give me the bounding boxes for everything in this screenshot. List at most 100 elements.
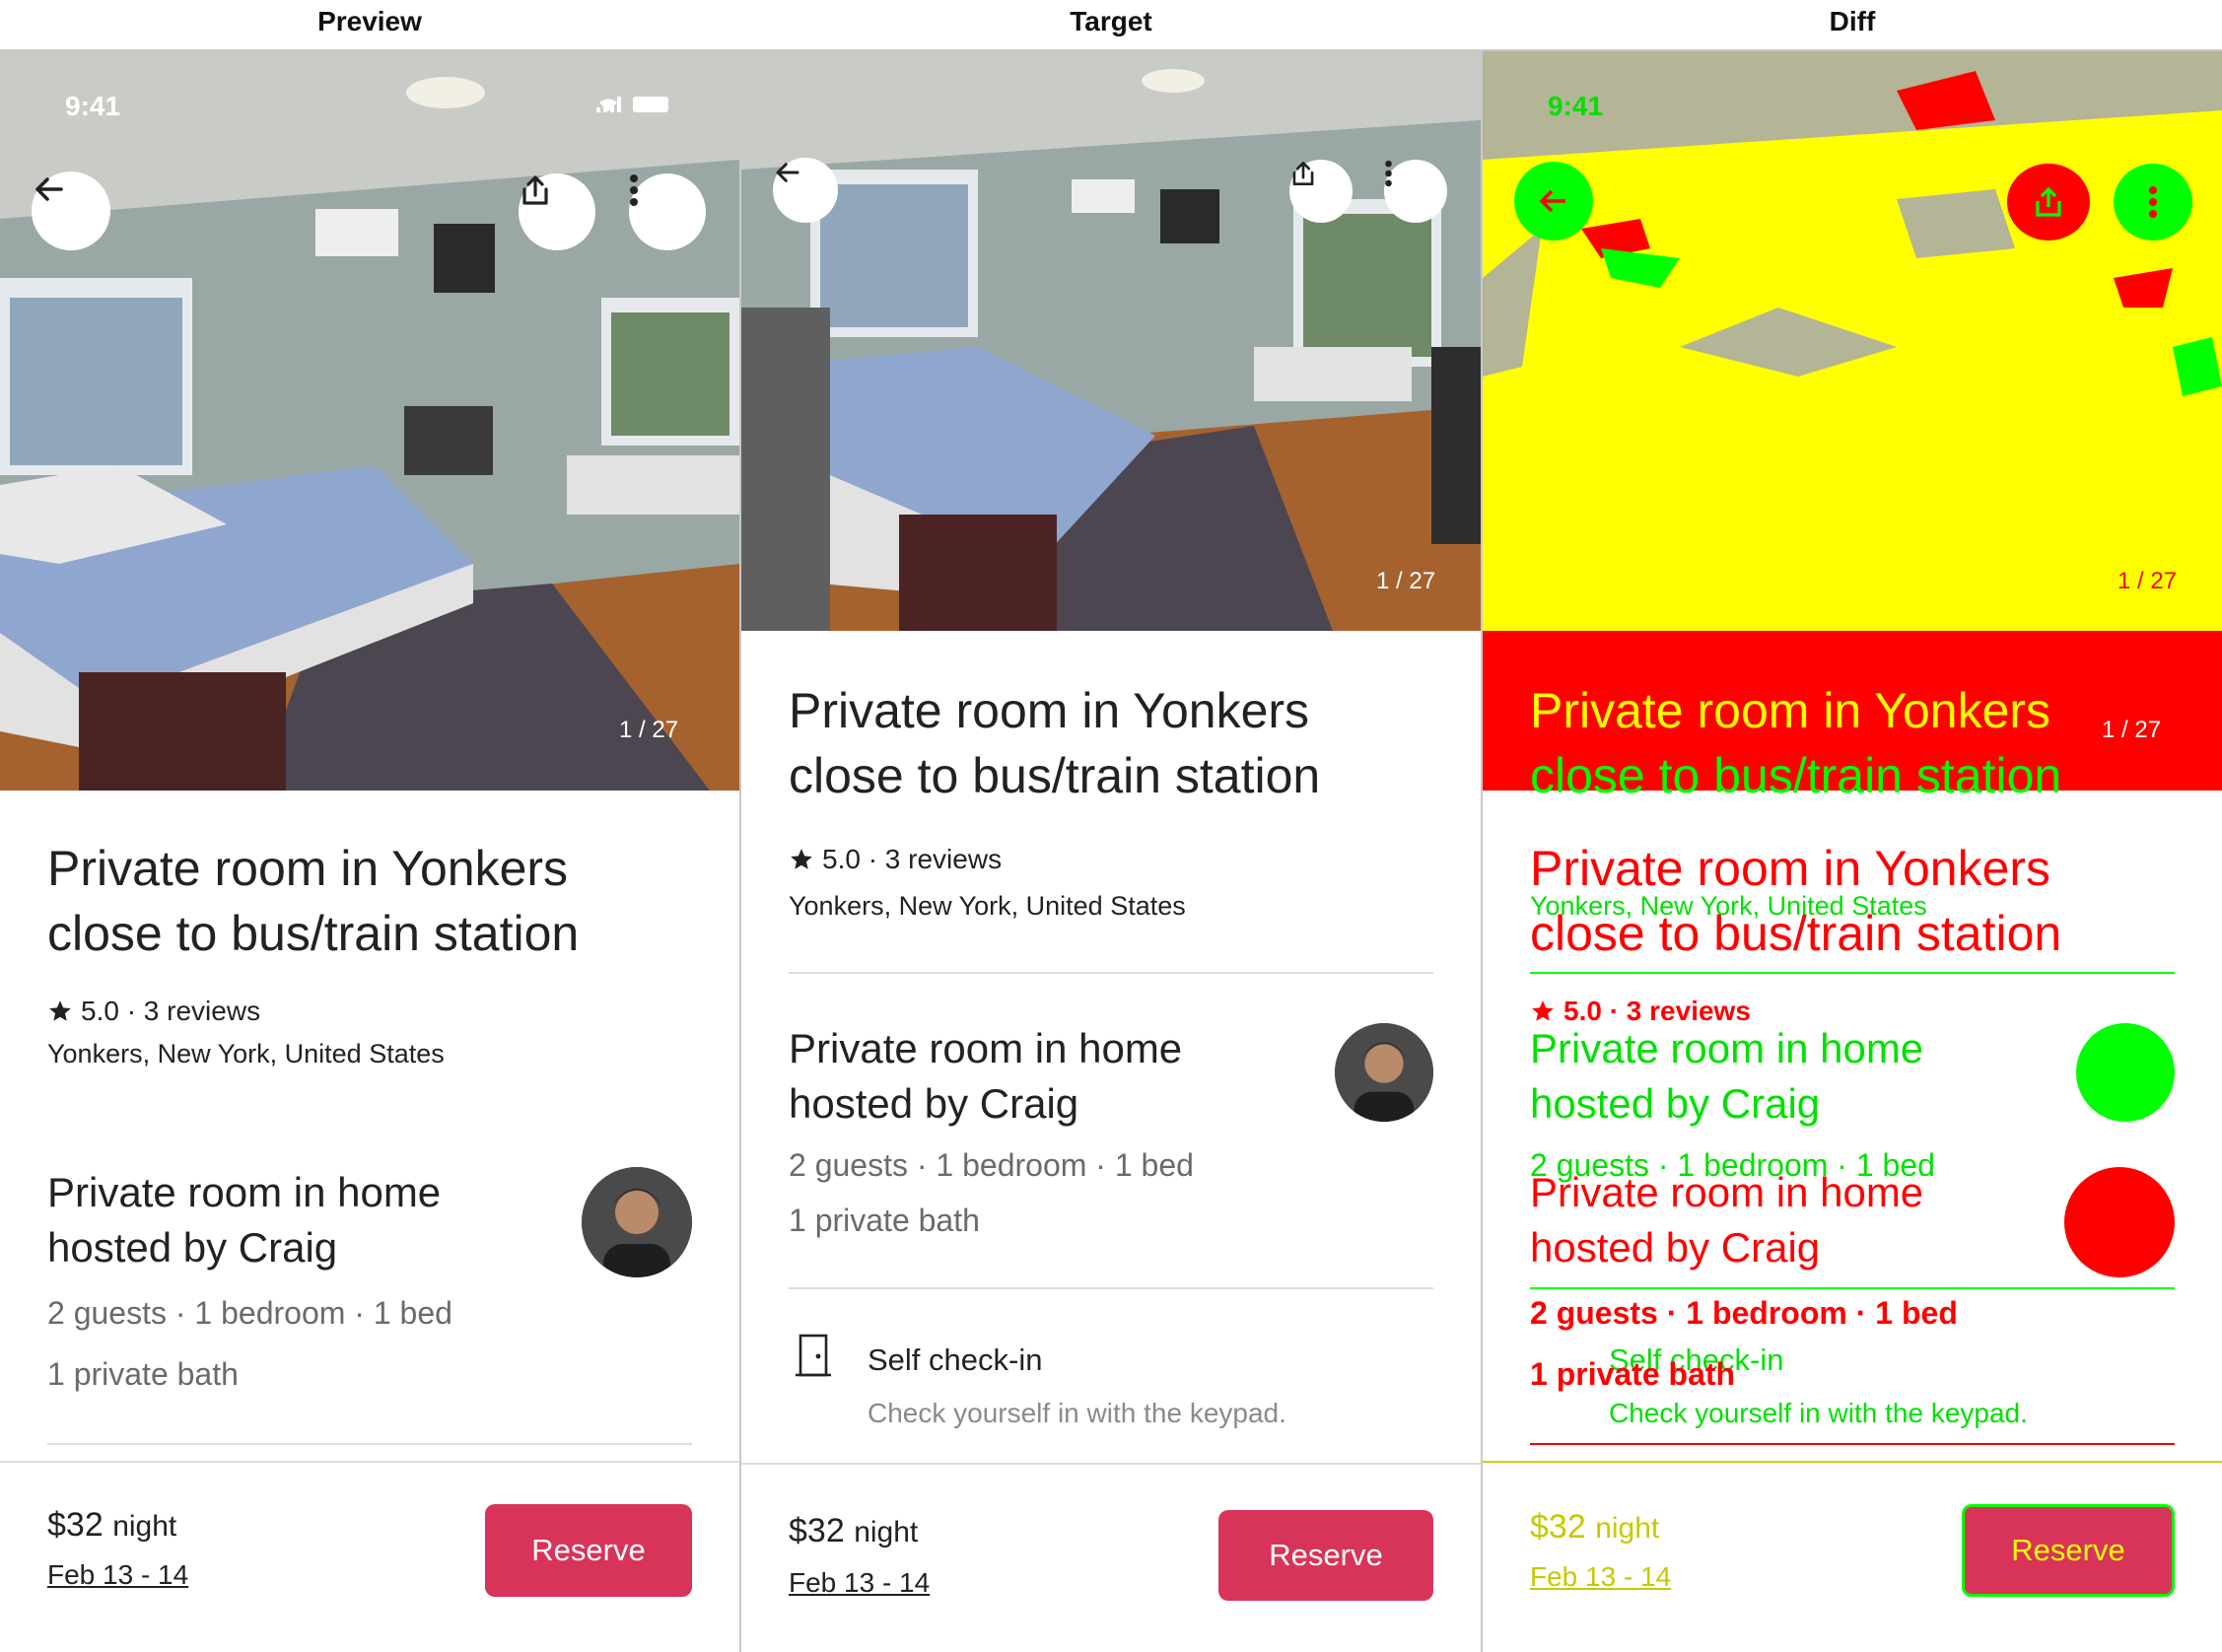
more-button[interactable] (1384, 160, 1447, 223)
diff-artifacts (1483, 51, 2222, 396)
host-avatar[interactable] (1335, 1023, 1433, 1122)
price: $32 night (1530, 1508, 1659, 1547)
booking-footer: $32 night Feb 13 - 14 Reserve (741, 1463, 1481, 1652)
date-range-link[interactable]: Feb 13 - 14 (789, 1567, 930, 1599)
rating-row[interactable]: 5.0 · 3 reviews (47, 996, 260, 1027)
preview-panel: 9:41 1 / 27 Private room in Yonkers clos… (0, 51, 739, 1652)
reserve-button[interactable]: Reserve (485, 1504, 692, 1597)
rating-row[interactable]: 5.0 · 3 reviews (789, 844, 1002, 875)
host-title-line: hosted by Craig (1530, 1224, 1821, 1271)
listing-title-line: Private room in Yonkers (47, 841, 569, 896)
bath-text: 1 private bath (47, 1356, 239, 1392)
back-arrow-icon (35, 177, 63, 201)
diff-photo-region: 9:41 1 / 27 (1483, 51, 2222, 631)
share-button[interactable] (2007, 164, 2090, 241)
listing-title-target: Private room in Yonkers close to bus/tra… (1530, 678, 2061, 808)
capacity-text: 2 guests · 1 bedroom · 1 bed (47, 1295, 452, 1331)
back-button[interactable] (1514, 162, 1593, 241)
room-photo-illustration (741, 51, 1481, 631)
host-title-line: Private room in home (47, 1169, 442, 1215)
listing-title: Private room in Yonkers close to bus/tra… (789, 678, 1320, 808)
host-title-line: hosted by Craig (789, 1080, 1079, 1127)
photo-counter: 1 / 27 (619, 717, 679, 743)
column-title-target: Target (1070, 6, 1152, 36)
share-icon (522, 175, 548, 205)
more-icon (630, 174, 638, 206)
listing-title-line: close to bus/train station (47, 906, 580, 961)
location-text-target: Yonkers, New York, United States (1530, 891, 1927, 921)
host-title-line: Private room in home (789, 1025, 1183, 1071)
listing-photo[interactable]: 1 / 27 (741, 51, 1481, 631)
host-title-line: Private room in home (1530, 1169, 1924, 1215)
more-icon (2149, 186, 2157, 218)
bath-text: 1 private bath (789, 1203, 980, 1238)
listing-title-line: close to bus/train station (789, 748, 1321, 803)
capacity-text-preview: 2 guests · 1 bedroom · 1 bed (1530, 1295, 1958, 1331)
diff-panel: 9:41 1 / 27 1 / 27 Private room in Yonke… (1483, 51, 2222, 1652)
more-icon (1385, 160, 1392, 187)
back-arrow-icon (776, 163, 799, 182)
price-unit: night (112, 1510, 177, 1543)
listing-title-line: Private room in Yonkers (1530, 683, 2051, 738)
host-title-line: hosted by Craig (47, 1224, 338, 1271)
location-text: Yonkers, New York, United States (47, 1039, 445, 1068)
share-button[interactable] (519, 173, 595, 250)
location-text: Yonkers, New York, United States (789, 891, 1186, 921)
price-amount: $32 (789, 1512, 845, 1549)
photo-counter: 1 / 27 (2118, 568, 2178, 594)
column-title-preview: Preview (317, 6, 422, 36)
rating-text: 5.0 · 3 reviews (81, 996, 261, 1026)
photo-counter-preview: 1 / 27 (2102, 717, 2162, 743)
status-icons (596, 97, 668, 112)
listing-title-line: Private room in Yonkers (789, 683, 1310, 738)
date-range-link[interactable]: Feb 13 - 14 (1530, 1561, 1671, 1593)
column-title-diff: Diff (1829, 6, 1876, 36)
price-amount: $32 (47, 1506, 104, 1544)
share-button[interactable] (1289, 160, 1353, 223)
back-arrow-icon (1539, 189, 1565, 213)
more-button[interactable] (2114, 164, 2192, 241)
host-title-line: Private room in home (1530, 1025, 1924, 1071)
host-title-target: Private room in home hosted by Craig (1530, 1021, 1923, 1132)
reserve-button[interactable]: Reserve (1218, 1510, 1433, 1601)
target-panel: 1 / 27 Private room in Yonkers close to … (741, 51, 1481, 1652)
battery-icon (633, 97, 668, 112)
host-avatar-preview (2064, 1167, 2175, 1277)
back-button[interactable] (773, 158, 838, 223)
avatar-photo (1335, 1023, 1433, 1122)
section-divider (789, 1287, 1433, 1289)
host-title-preview: Private room in home hosted by Craig (1530, 1165, 1923, 1275)
photo-counter: 1 / 27 (1376, 568, 1436, 594)
wifi-icon (599, 99, 617, 111)
rating-text: 5.0 · 3 reviews (822, 844, 1003, 874)
booking-footer: $32 night Feb 13 - 14 Reserve (1483, 1461, 2222, 1652)
status-time: 9:41 (1548, 91, 1604, 121)
host-title-line: hosted by Craig (1530, 1080, 1821, 1127)
door-icon (796, 1334, 831, 1377)
star-icon (791, 849, 812, 869)
checkin-subtitle: Check yourself in with the keypad. (1609, 1398, 2028, 1428)
bath-text-preview: 1 private bath (1530, 1356, 1736, 1392)
section-divider (47, 1443, 692, 1445)
capacity-text: 2 guests · 1 bedroom · 1 bed (789, 1147, 1194, 1183)
section-divider (1530, 972, 2175, 974)
host-title: Private room in home hosted by Craig (47, 1165, 441, 1275)
host-avatar[interactable] (582, 1167, 692, 1277)
price: $32 night (789, 1512, 918, 1550)
date-range-link[interactable]: Feb 13 - 14 (47, 1559, 188, 1591)
listing-title: Private room in Yonkers close to bus/tra… (47, 836, 579, 966)
avatar-photo (582, 1167, 692, 1277)
share-icon (1292, 161, 1314, 186)
listing-title-line: close to bus/train station (1530, 748, 2062, 803)
booking-footer: $32 night Feb 13 - 14 Reserve (0, 1461, 739, 1652)
more-button[interactable] (629, 173, 706, 250)
reserve-button[interactable]: Reserve (1962, 1504, 2175, 1597)
price-amount: $32 (1530, 1508, 1586, 1546)
section-divider (1530, 1287, 2175, 1289)
back-button[interactable] (32, 172, 110, 250)
star-icon (49, 1000, 71, 1021)
section-divider (789, 972, 1433, 974)
checkin-subtitle: Check yourself in with the keypad. (868, 1398, 1286, 1428)
listing-photo[interactable]: 9:41 1 / 27 (0, 51, 739, 791)
price-unit: night (854, 1516, 919, 1549)
